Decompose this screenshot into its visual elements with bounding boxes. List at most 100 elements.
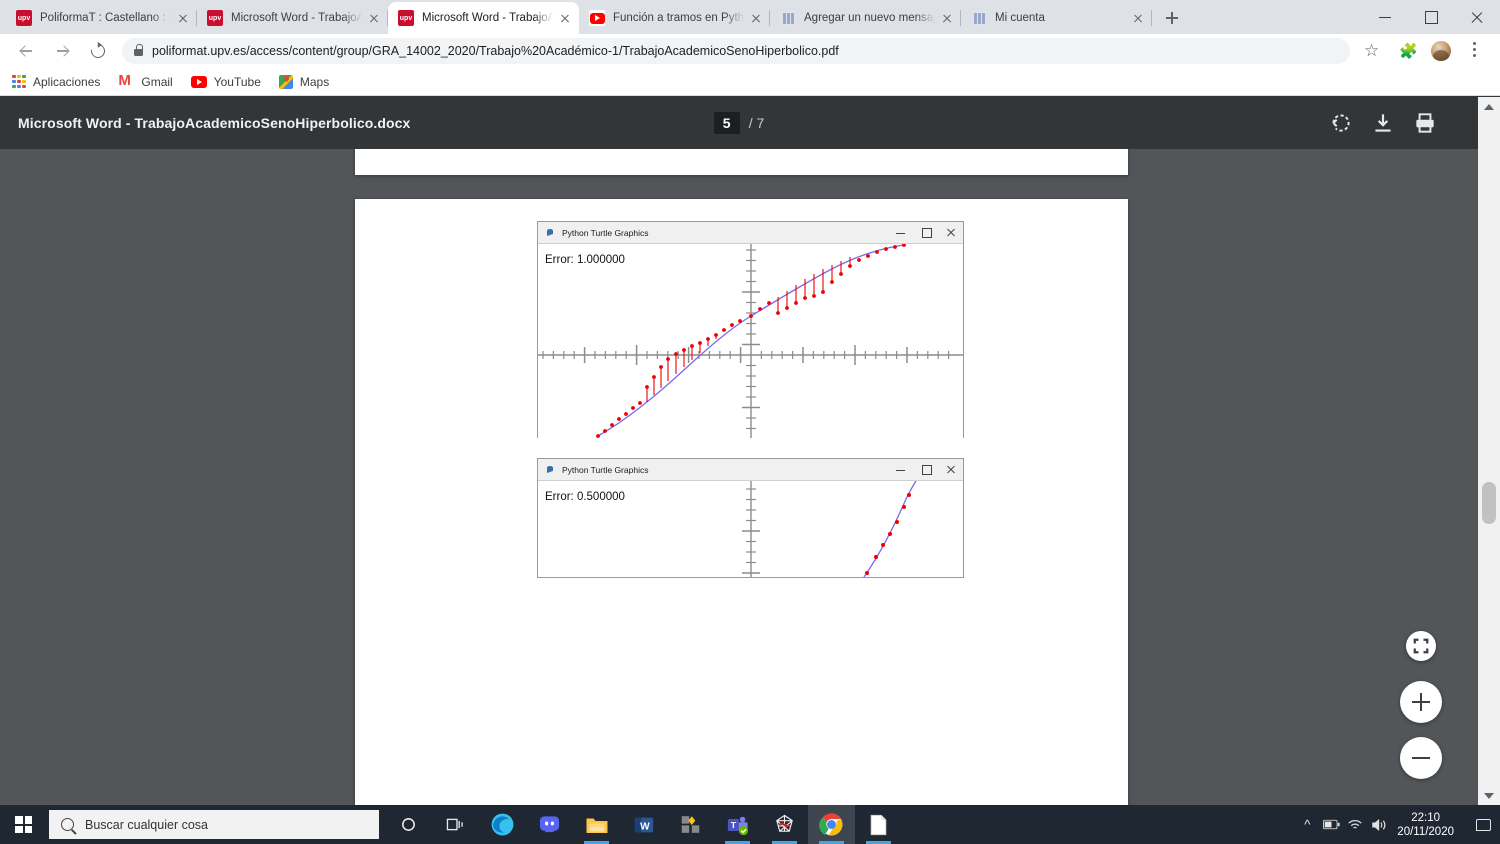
pdf-document-area[interactable]: Python Turtle Graphics Error: 1.000000 P… (0, 149, 1478, 805)
tab-close-icon[interactable] (557, 10, 573, 26)
taskbar-search-input[interactable]: Buscar cualquier cosa (49, 810, 379, 839)
generic-page-icon (971, 10, 987, 26)
tab-close-icon[interactable] (939, 10, 955, 26)
pdf-page-indicator: 5 / 7 (679, 112, 799, 134)
task-view-icon[interactable] (432, 805, 479, 844)
pdf-page-separator: / (748, 115, 753, 131)
taskbar-apps: W T (385, 805, 902, 844)
data-points-2 (865, 493, 911, 575)
python-turtle-window-2[interactable]: Python Turtle Graphics Error: 0.500000 (537, 458, 964, 578)
turtle-maximize-button[interactable] (913, 222, 938, 243)
lock-icon (134, 44, 143, 56)
reload-button[interactable] (83, 36, 113, 66)
show-hidden-icons-chevron[interactable]: ^ (1295, 805, 1319, 844)
download-icon[interactable] (1370, 110, 1396, 136)
upv-icon: upv (398, 10, 414, 26)
address-bar[interactable]: poliformat.upv.es/access/content/group/G… (122, 38, 1350, 64)
upv-icon: upv (207, 10, 223, 26)
svg-text:T: T (731, 820, 737, 830)
gmail-icon (118, 73, 134, 88)
taskbar-clock[interactable]: 22:10 20/11/2020 (1397, 811, 1454, 839)
window-minimize-button[interactable] (1362, 0, 1408, 34)
start-button[interactable] (0, 805, 47, 844)
clock-time: 22:10 (1411, 811, 1441, 824)
tab-title: Función a tramos en Python (613, 12, 744, 24)
zoom-in-icon[interactable] (1400, 681, 1442, 723)
forward-button[interactable] (47, 36, 77, 66)
pdf-scrollbar[interactable] (1478, 97, 1500, 805)
sinh-plot-1 (538, 244, 963, 438)
apps-grid-icon (12, 74, 26, 89)
toolbar-actions: ☆ 🧩 (1356, 36, 1492, 66)
bookmark-label: YouTube (213, 74, 261, 89)
pdf-zoom-controls (1400, 631, 1442, 779)
turtle-close-button[interactable] (938, 459, 963, 480)
scroll-down-icon[interactable] (1478, 787, 1500, 805)
rotate-icon[interactable] (1328, 110, 1354, 136)
tab-title: Microsoft Word - TrabajoAca (231, 12, 362, 24)
pdf-page-current: Python Turtle Graphics Error: 1.000000 P… (355, 199, 1128, 805)
turtle-minimize-button[interactable] (888, 222, 913, 243)
error-label: Error: 1.000000 (545, 254, 625, 266)
fit-to-page-icon[interactable] (1406, 631, 1436, 661)
turtle-titlebar[interactable]: Python Turtle Graphics (538, 222, 963, 244)
bookmark-youtube[interactable]: YouTube (190, 74, 261, 89)
print-icon[interactable] (1412, 110, 1438, 136)
turtle-canvas-2[interactable]: Error: 0.500000 (538, 481, 963, 577)
browser-tab-5[interactable]: Mi cuenta (961, 2, 1152, 34)
battery-icon[interactable] (1319, 805, 1343, 844)
discord-icon[interactable] (526, 805, 573, 844)
file-explorer-icon[interactable] (573, 805, 620, 844)
browser-tab-3[interactable]: Función a tramos en Python (579, 2, 770, 34)
extensions-puzzle-icon[interactable]: 🧩 (1392, 36, 1422, 66)
new-tab-button[interactable] (1158, 4, 1186, 32)
turtle-maximize-button[interactable] (913, 459, 938, 480)
tab-close-icon[interactable] (1130, 10, 1146, 26)
turtle-window-title: Python Turtle Graphics (562, 227, 649, 238)
spyder-icon[interactable] (761, 805, 808, 844)
zoom-out-icon[interactable] (1400, 737, 1442, 779)
chrome-menu-icon[interactable] (1460, 36, 1490, 66)
python-turtle-window-1[interactable]: Python Turtle Graphics Error: 1.000000 (537, 221, 964, 438)
wifi-icon[interactable] (1343, 805, 1367, 844)
browser-tab-2-active[interactable]: upv Microsoft Word - TrabajoAca (388, 2, 579, 34)
notifications-icon[interactable] (1466, 805, 1500, 844)
microsoft-edge-icon[interactable] (479, 805, 526, 844)
pdf-page-previous (355, 149, 1128, 175)
profile-avatar[interactable] (1426, 36, 1456, 66)
microsoft-teams-icon[interactable]: T (714, 805, 761, 844)
tab-title: Agregar un nuevo mensaje a (804, 12, 935, 24)
turtle-window-controls (888, 459, 963, 480)
scroll-up-icon[interactable] (1478, 97, 1500, 115)
scrollbar-thumb[interactable] (1482, 482, 1496, 524)
tab-close-icon[interactable] (366, 10, 382, 26)
document-icon[interactable] (855, 805, 902, 844)
turtle-canvas-1[interactable]: Error: 1.000000 (538, 244, 963, 438)
volume-icon[interactable] (1367, 805, 1391, 844)
bookmark-apps[interactable]: Aplicaciones (12, 74, 100, 89)
tab-close-icon[interactable] (748, 10, 764, 26)
browser-tab-1[interactable]: upv Microsoft Word - TrabajoAca (197, 2, 388, 34)
cortana-icon[interactable] (385, 805, 432, 844)
microsoft-word-icon[interactable]: W (620, 805, 667, 844)
turtle-close-button[interactable] (938, 222, 963, 243)
turtle-minimize-button[interactable] (888, 459, 913, 480)
tab-close-icon[interactable] (175, 10, 191, 26)
bookmark-gmail[interactable]: Gmail (118, 73, 172, 89)
bookmark-maps[interactable]: Maps (278, 74, 329, 89)
pdf-toolbar: Microsoft Word - TrabajoAcademicoSenoHip… (0, 97, 1478, 149)
window-maximize-button[interactable] (1408, 0, 1454, 34)
browser-tab-0[interactable]: upv PoliformaT : Castellano : Iden (6, 2, 197, 34)
back-button[interactable] (11, 36, 41, 66)
browser-toolbar: poliformat.upv.es/access/content/group/G… (0, 34, 1500, 68)
pdf-document-title: Microsoft Word - TrabajoAcademicoSenoHip… (18, 115, 411, 131)
browser-window: upv PoliformaT : Castellano : Iden upv M… (0, 0, 1500, 844)
window-controls (1362, 0, 1500, 34)
browser-tab-4[interactable]: Agregar un nuevo mensaje a (770, 2, 961, 34)
pdf-page-input[interactable]: 5 (713, 112, 740, 134)
bookmark-star-icon[interactable]: ☆ (1358, 36, 1388, 66)
turtle-titlebar[interactable]: Python Turtle Graphics (538, 459, 963, 481)
google-chrome-icon[interactable] (808, 805, 855, 844)
window-close-button[interactable] (1454, 0, 1500, 34)
microsoft-store-icon[interactable] (667, 805, 714, 844)
